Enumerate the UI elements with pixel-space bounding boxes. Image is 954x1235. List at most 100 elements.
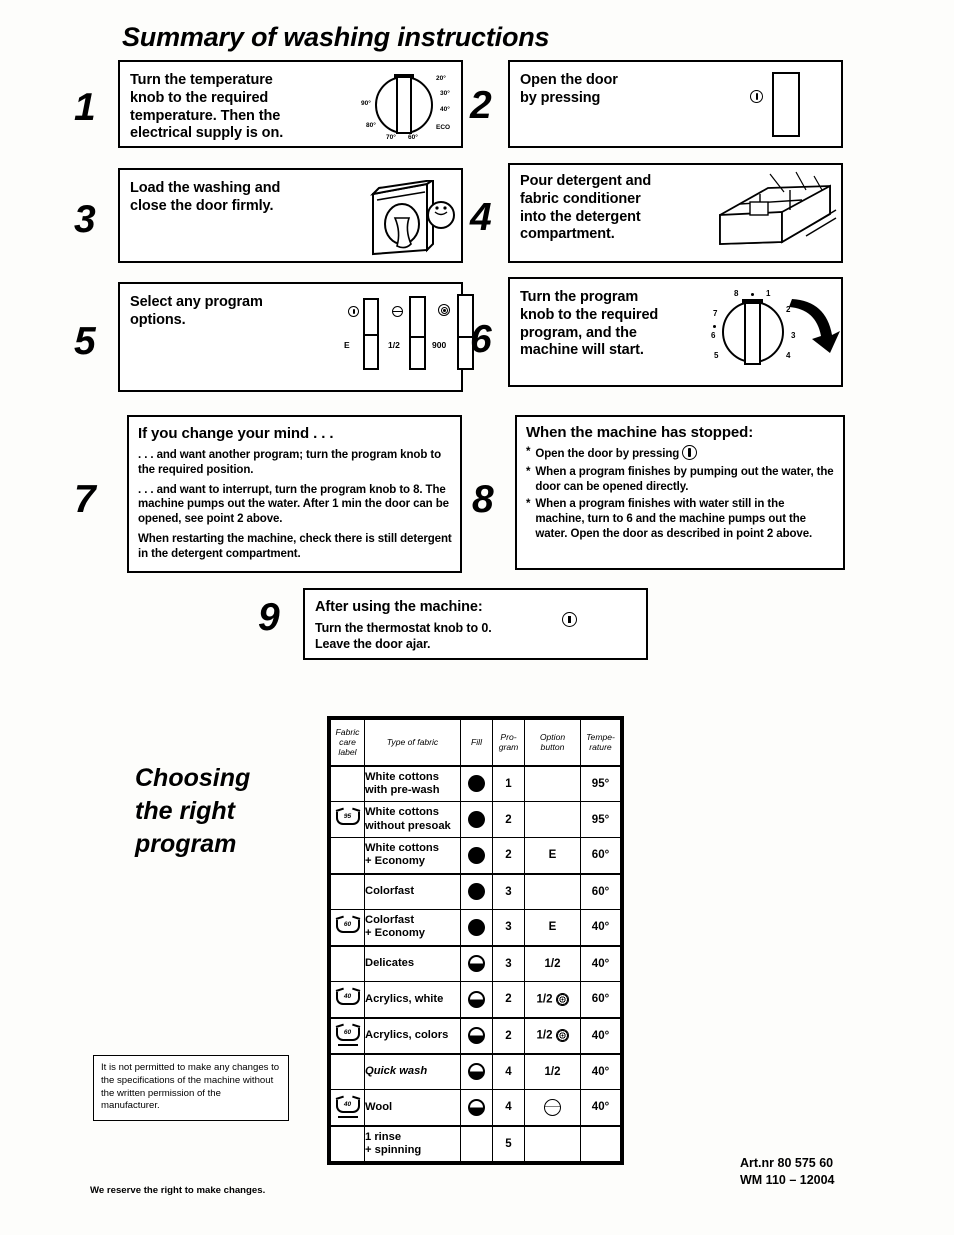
step-box-7: If you change your mind . . . . . . and … [127, 415, 462, 573]
fill-half-icon [468, 1098, 485, 1116]
step-8-bullet-2: When a program finishes by pumping out t… [535, 465, 834, 493]
wash-tub-icon: 40 [335, 1099, 360, 1118]
table-row: Delicates 3 1/2 40° [330, 944, 621, 982]
cell-fabric-care-label [330, 837, 365, 874]
wash-tub-icon: 95 [335, 811, 360, 828]
cell-fill [460, 1089, 493, 1126]
table-row: 1 rinse + spinning 5 [330, 1124, 621, 1162]
cell-fabric-care-label [330, 872, 365, 910]
tick-40: 40° [440, 106, 450, 113]
table-row: 60 Colorfast + Economy 3 E 40° [330, 909, 621, 946]
cell-type-of-fabric: Wool [364, 1089, 461, 1126]
spin-speed-icon [438, 304, 450, 316]
cell-fill [460, 801, 493, 838]
step-9-line-1: Turn the thermostat knob to 0. [315, 620, 492, 635]
step-box-3: Load the washing and close the door firm… [118, 168, 463, 263]
wool-program-icon [544, 1098, 561, 1116]
step-8-bullet-1: Open the door by pressing [535, 448, 680, 461]
cell-temperature: 95° [580, 764, 621, 802]
bullet-marker: * [526, 446, 531, 459]
wash-tub-icon: 40 [335, 991, 360, 1008]
instruction-sheet: Summary of washing instructions 1 Turn t… [0, 0, 954, 1235]
step-text-6: Turn the program knob to the required pr… [520, 289, 659, 359]
option-button-e[interactable] [363, 298, 379, 370]
cell-program: 4 [492, 1089, 525, 1126]
option-button-half[interactable] [409, 296, 426, 370]
cell-option-button: 1/2 [524, 1052, 581, 1090]
cell-option-button [524, 801, 581, 838]
fill-full-icon [468, 883, 485, 901]
cell-type-of-fabric: White cottons without presoak [364, 801, 461, 838]
cell-fabric-care-label: 60 [330, 1016, 365, 1054]
cell-temperature [580, 1124, 621, 1162]
cell-option-button: E [524, 909, 581, 946]
model-code: WM 110 – 12004 [740, 1172, 835, 1187]
cell-type-of-fabric: Quick wash [364, 1052, 461, 1090]
cell-program: 2 [492, 981, 525, 1018]
tick-30: 30° [440, 90, 450, 97]
cell-temperature: 40° [580, 909, 621, 946]
fill-half-icon [468, 1027, 485, 1044]
step-number-6: 6 [470, 318, 492, 361]
cell-type-of-fabric: 1 rinse + spinning [364, 1124, 461, 1162]
half-load-icon [392, 306, 403, 317]
cell-option-button: 1/2 [524, 944, 581, 982]
washing-machine-icon [370, 180, 455, 256]
step-box-5: Select any program options. E 1/2 900 [118, 282, 474, 392]
cell-temperature: 60° [580, 872, 621, 910]
cell-fabric-care-label [330, 944, 365, 982]
bullet-marker: * [526, 498, 531, 511]
cell-option-button [524, 764, 581, 802]
fill-full-icon [468, 918, 485, 936]
table-row: Quick wash 4 1/2 40° [330, 1052, 621, 1090]
table-row: White cottons + Economy 2 E 60° [330, 837, 621, 874]
section-heading: Choosing the right program [135, 764, 251, 858]
cell-option-button: 1/2 [524, 981, 581, 1018]
cell-fabric-care-label: 40 [330, 1089, 365, 1126]
rotation-arrow-icon [789, 299, 840, 353]
tick-20: 20° [436, 75, 446, 82]
prog-tick-6: 6 [711, 331, 716, 340]
spin-speed-icon [555, 992, 569, 1006]
fill-half-icon [468, 1063, 485, 1081]
header-program: Pro- gram [492, 719, 525, 766]
cell-fabric-care-label: 60 [330, 909, 365, 946]
cell-type-of-fabric: White cottons + Economy [364, 837, 461, 874]
step-number-1: 1 [74, 86, 96, 129]
cell-temperature: 95° [580, 801, 621, 838]
table-row: 40 Wool 4 40° [330, 1089, 621, 1126]
cell-option-button [524, 1089, 581, 1126]
cell-program: 2 [492, 837, 525, 874]
cell-temperature: 40° [580, 1089, 621, 1126]
option-label-half: 1/2 [388, 340, 400, 350]
cell-temperature: 40° [580, 1016, 621, 1054]
step-box-2: Open the door by pressing [508, 60, 843, 148]
step-text-3: Load the washing and close the door firm… [130, 180, 281, 214]
step-box-6: Turn the program knob to the required pr… [508, 277, 843, 387]
step-7-paragraph-1: . . . and want another program; turn the… [138, 449, 441, 476]
cell-type-of-fabric: White cottons with pre-wash [364, 764, 461, 802]
cell-type-of-fabric: Colorfast + Economy [364, 909, 461, 946]
cell-temperature: 60° [580, 981, 621, 1018]
cell-type-of-fabric: Acrylics, white [364, 981, 461, 1018]
table-row: 95 White cottons without presoak 2 95° [330, 801, 621, 838]
step-number-7: 7 [74, 478, 96, 521]
table-row: 60 Acrylics, colors 2 1/2 40° [330, 1016, 621, 1054]
cell-type-of-fabric: Colorfast [364, 872, 461, 910]
detergent-drawer-icon [719, 171, 837, 245]
fill-full-icon [468, 775, 485, 793]
step-text-2: Open the door by pressing [520, 72, 618, 106]
door-key-icon [682, 445, 698, 461]
cell-fabric-care-label [330, 764, 365, 802]
cell-fill [460, 944, 493, 982]
cell-program: 3 [492, 944, 525, 982]
cell-fill [460, 909, 493, 946]
footer-article-number: Art.nr 80 575 60 WM 110 – 12004 [740, 1155, 835, 1189]
step-8-bullet-3: When a program finishes with water still… [535, 498, 813, 540]
table-row: Colorfast 3 60° [330, 872, 621, 910]
wash-tub-icon: 60 [335, 919, 360, 936]
tick-60: 60° [408, 134, 418, 141]
cell-temperature: 40° [580, 1052, 621, 1090]
step-number-9: 9 [258, 596, 280, 639]
page-title: Summary of washing instructions [122, 22, 550, 52]
